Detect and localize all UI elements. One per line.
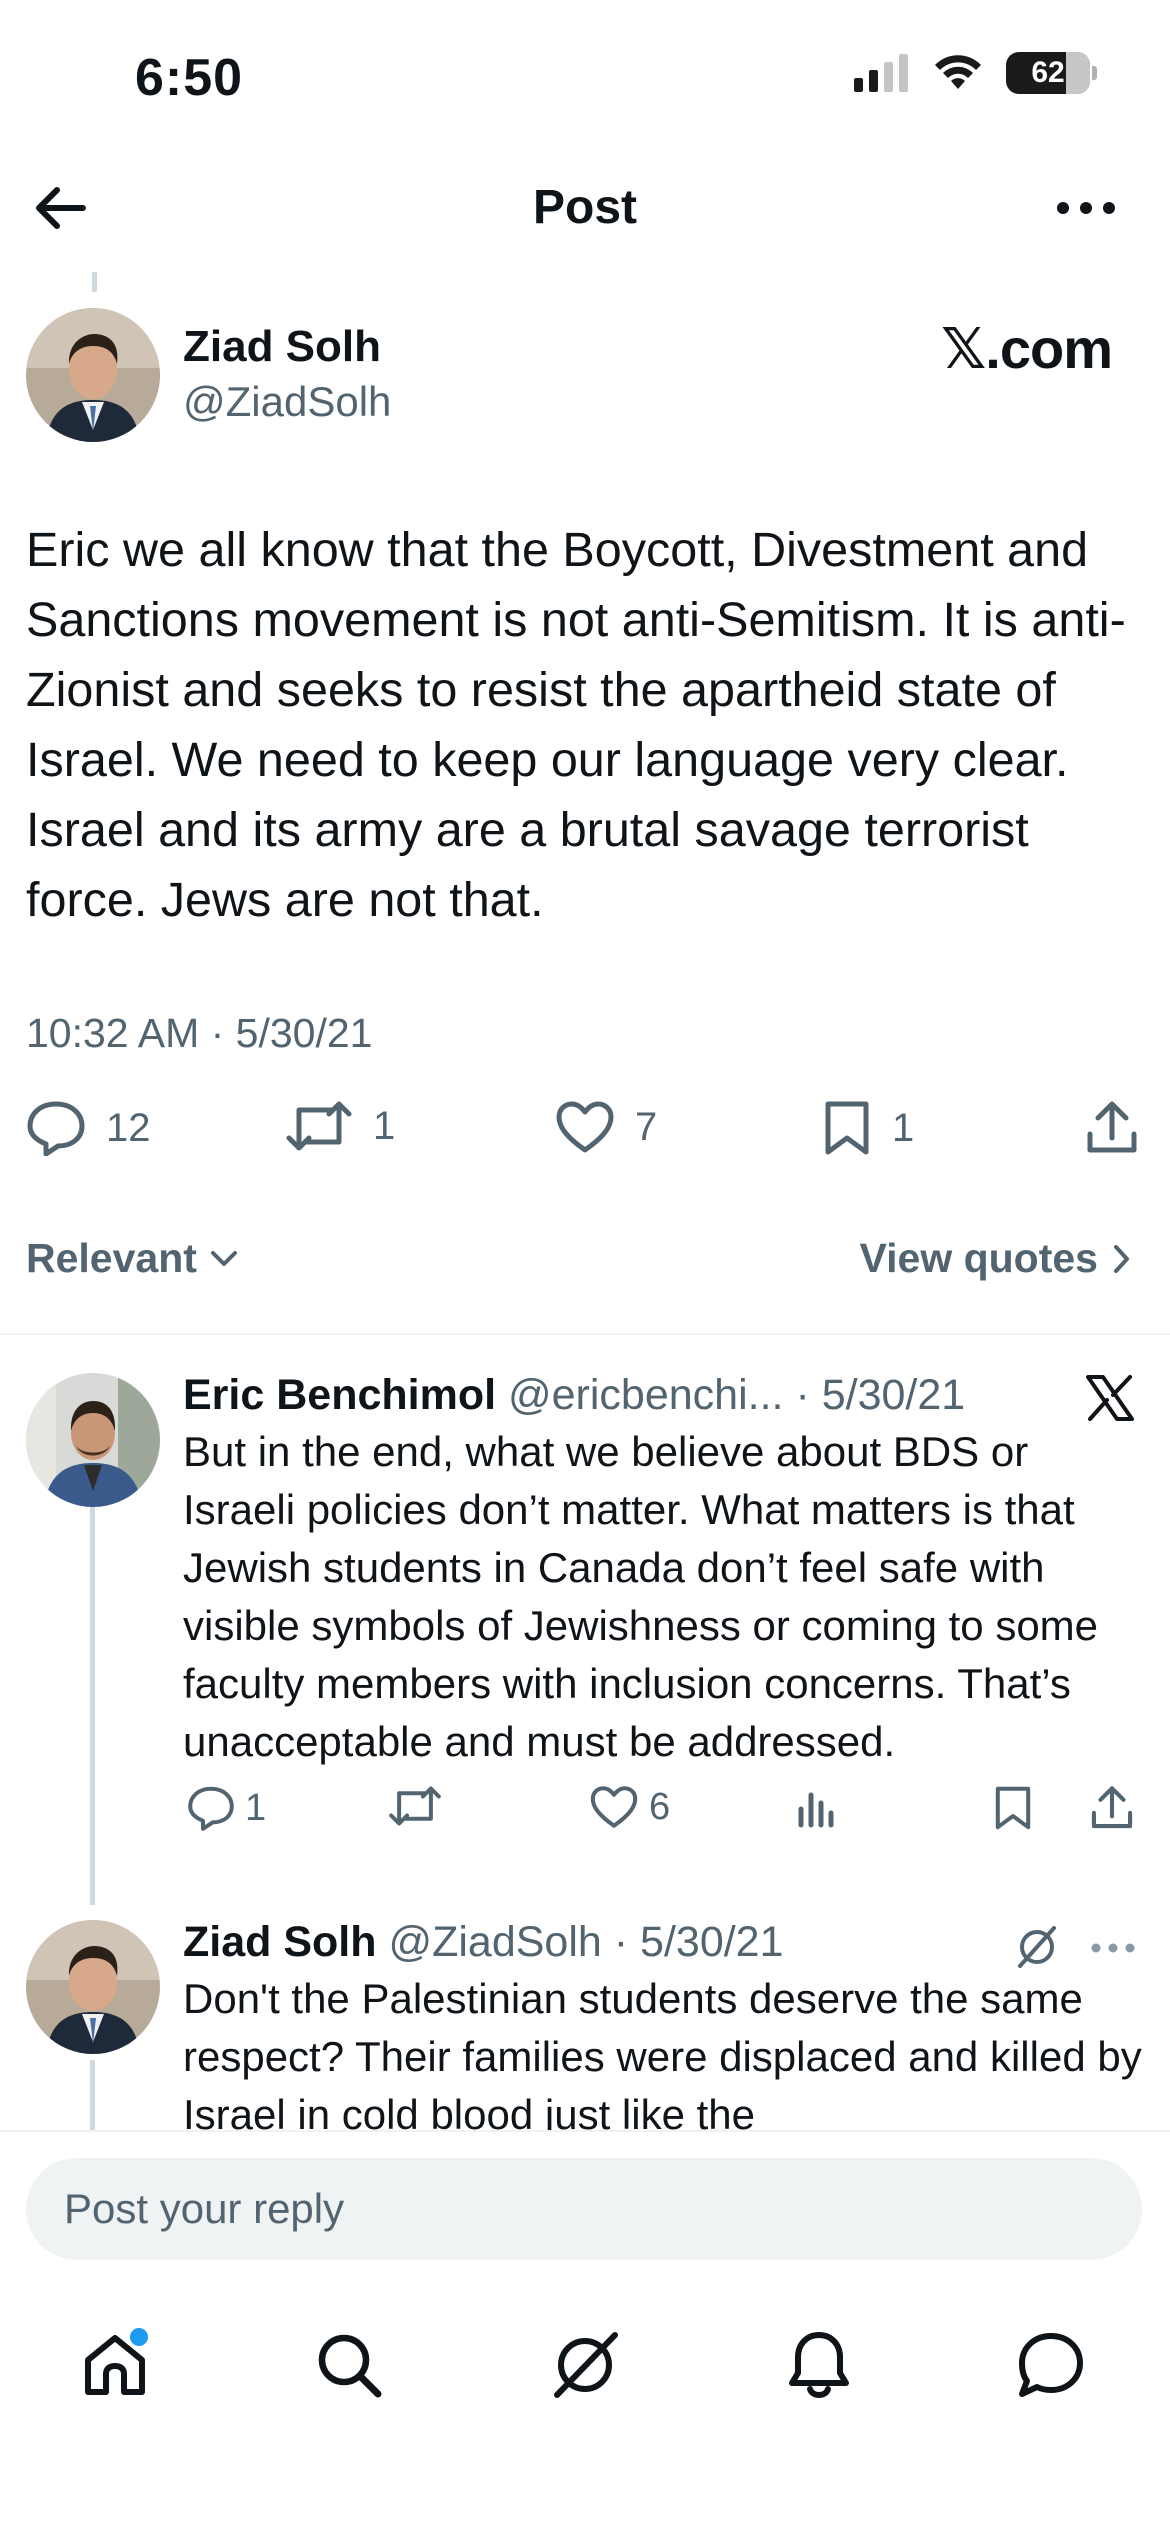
reply-header: Ziad Solh @ZiadSolh · 5/30/21 xyxy=(183,1918,784,1967)
tab-bar xyxy=(0,2270,1170,2532)
heart-icon xyxy=(556,1101,614,1153)
author-handle[interactable]: @ZiadSolh xyxy=(183,378,391,426)
post-actions: 12 1 7 1 xyxy=(0,1100,1170,1180)
reply-input[interactable] xyxy=(26,2158,1142,2260)
avatar-ziad-solh xyxy=(26,1920,160,2054)
view-quotes-link[interactable]: View quotes xyxy=(860,1235,1132,1282)
like-button[interactable]: 7 xyxy=(555,1100,657,1154)
chevron-right-icon xyxy=(1114,1244,1129,1273)
grok-icon xyxy=(554,2332,618,2398)
thread-line xyxy=(90,2060,95,2130)
share-icon xyxy=(1087,1101,1137,1153)
reply-icon xyxy=(188,1786,234,1831)
status-time: 6:50 xyxy=(135,49,244,107)
reply-date[interactable]: · 5/30/21 xyxy=(795,1371,965,1419)
messages-icon xyxy=(1019,2333,1083,2397)
post-text: Eric we all know that the Boycott, Dives… xyxy=(26,523,1126,927)
more-dots-icon[interactable] xyxy=(1090,1942,1136,1954)
nav-header: Post xyxy=(0,150,1170,265)
search-icon xyxy=(318,2334,382,2398)
repost-count: 1 xyxy=(373,1103,396,1148)
repost-button[interactable]: 1 xyxy=(285,1100,395,1152)
reply-date[interactable]: · 5/30/21 xyxy=(614,1918,784,1966)
bookmark-count: 1 xyxy=(892,1105,915,1150)
share-button[interactable] xyxy=(1089,1785,1135,1831)
reply-author-handle[interactable]: @ericbenchi... xyxy=(508,1371,784,1419)
share-button[interactable] xyxy=(1084,1100,1140,1156)
reply-text: Don't the Palestinian students deserve t… xyxy=(183,1975,1142,2138)
tab-search[interactable] xyxy=(304,2320,394,2410)
heart-icon xyxy=(590,1786,638,1828)
reply-count: 1 xyxy=(245,1786,267,1829)
like-count: 7 xyxy=(635,1104,658,1149)
tab-messages[interactable] xyxy=(1006,2320,1096,2410)
bookmark-icon xyxy=(825,1101,869,1155)
notifications-icon xyxy=(789,2332,849,2398)
bookmark-button[interactable]: 1 xyxy=(822,1100,914,1156)
share-icon xyxy=(1091,1786,1133,1829)
reply-button[interactable]: 1 xyxy=(187,1785,266,1831)
reply-text: But in the end, what we believe about BD… xyxy=(183,1428,1099,1765)
reply-author-handle[interactable]: @ZiadSolh xyxy=(388,1918,601,1966)
wifi-icon xyxy=(935,55,981,89)
thread-line xyxy=(90,1505,95,1905)
view-quotes-label: View quotes xyxy=(859,1235,1098,1281)
grok-icon[interactable] xyxy=(1014,1924,1060,1970)
reply-author-name[interactable]: Ziad Solh xyxy=(183,1918,377,1966)
reply-actions: 1 6 xyxy=(183,1785,1143,1845)
tab-notifications[interactable] xyxy=(774,2320,864,2410)
page-title: Post xyxy=(532,181,637,234)
views-chart-icon xyxy=(798,1792,834,1828)
repost-button[interactable] xyxy=(388,1785,452,1827)
x-logo-icon xyxy=(1086,1375,1134,1421)
status-icons: 62 xyxy=(854,52,1097,94)
divider xyxy=(0,1333,1170,1335)
bookmark-icon xyxy=(995,1786,1031,1830)
like-button[interactable]: 6 xyxy=(589,1785,670,1829)
reply-count: 12 xyxy=(106,1105,151,1150)
bookmark-button[interactable] xyxy=(993,1785,1033,1831)
avatar-eric-benchimol xyxy=(26,1373,160,1507)
repost-icon xyxy=(286,1101,352,1151)
more-options-button[interactable] xyxy=(1050,178,1122,238)
avatar-ziad-solh xyxy=(26,308,160,442)
repost-icon xyxy=(389,1786,441,1826)
battery-level: 62 xyxy=(1031,56,1065,89)
thread-line-top xyxy=(92,272,97,292)
like-count: 6 xyxy=(649,1785,671,1828)
sort-dropdown[interactable]: Relevant xyxy=(26,1235,239,1282)
reply-composer[interactable] xyxy=(26,2158,1142,2260)
sort-row: Relevant View quotes xyxy=(0,1225,1170,1295)
cellular-signal-icon xyxy=(854,54,908,92)
avatar[interactable] xyxy=(26,1920,160,2054)
tab-grok[interactable] xyxy=(540,2320,630,2410)
post-timestamp[interactable]: 10:32 AM · 5/30/21 xyxy=(26,1010,372,1057)
notification-dot xyxy=(130,2328,148,2346)
more-dots-icon xyxy=(1057,202,1115,214)
source-label: 𝕏.com xyxy=(941,317,1113,380)
author-name[interactable]: Ziad Solh xyxy=(183,322,381,372)
sort-label: Relevant xyxy=(26,1235,197,1281)
reply-button[interactable]: 12 xyxy=(26,1100,151,1156)
status-bar: 6:50 62 xyxy=(0,0,1170,150)
reply-icon xyxy=(27,1101,85,1156)
tab-home[interactable] xyxy=(70,2320,160,2410)
reply-composer-bar xyxy=(0,2130,1170,2270)
avatar[interactable] xyxy=(26,1373,160,1507)
reply-author-name[interactable]: Eric Benchimol xyxy=(183,1371,496,1419)
avatar[interactable] xyxy=(26,308,160,442)
views-button[interactable] xyxy=(795,1785,839,1829)
chevron-down-icon xyxy=(210,1250,237,1266)
reply-header: Eric Benchimol @ericbenchi... · 5/30/21 xyxy=(183,1371,965,1420)
battery-indicator: 62 xyxy=(1006,52,1097,94)
